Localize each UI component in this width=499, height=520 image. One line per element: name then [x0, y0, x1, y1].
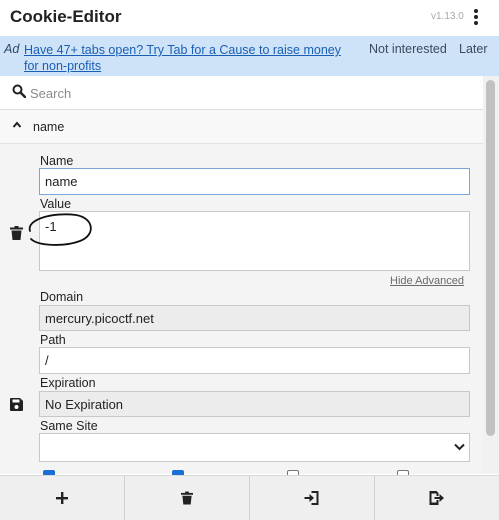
- export-button[interactable]: [375, 476, 499, 520]
- not-interested-button[interactable]: Not interested: [369, 42, 447, 56]
- add-cookie-button[interactable]: [0, 476, 125, 520]
- app-title: Cookie-Editor: [10, 7, 122, 26]
- more-options-icon[interactable]: [470, 8, 482, 26]
- value-field[interactable]: -1: [39, 211, 470, 271]
- samesite-label: Same Site: [40, 419, 98, 433]
- search-input[interactable]: [30, 81, 470, 105]
- chevron-down-icon: [454, 443, 465, 451]
- hide-advanced-link[interactable]: Hide Advanced: [390, 275, 464, 287]
- cookie-name-label: name: [33, 120, 65, 134]
- value-label: Value: [40, 197, 72, 211]
- path-label: Path: [40, 333, 66, 347]
- export-icon: [429, 491, 444, 505]
- save-icon[interactable]: [10, 398, 23, 411]
- samesite-select[interactable]: [39, 433, 470, 462]
- search-icon: [12, 84, 26, 98]
- ad-tag: Ad: [4, 42, 20, 56]
- expiration-field[interactable]: [39, 391, 470, 417]
- path-field[interactable]: [39, 347, 470, 374]
- domain-label: Domain: [40, 290, 84, 304]
- import-button[interactable]: [250, 476, 375, 520]
- plus-icon: [56, 492, 68, 504]
- version-label: v1.13.0: [431, 11, 464, 22]
- title-bar: Cookie-Editor v1.13.0: [0, 0, 499, 36]
- ad-link[interactable]: Have 47+ tabs open? Try Tab for a Cause …: [24, 42, 354, 74]
- chevron-up-icon: [12, 121, 22, 128]
- expiration-label: Expiration: [40, 376, 96, 390]
- domain-field[interactable]: [39, 305, 470, 331]
- trash-icon[interactable]: [10, 226, 23, 240]
- search-bar: [0, 76, 483, 110]
- ad-banner: Ad Have 47+ tabs open? Try Tab for a Cau…: [0, 36, 499, 76]
- scrollbar-thumb[interactable]: [486, 80, 495, 436]
- bottom-toolbar: [0, 475, 499, 520]
- import-icon: [304, 491, 319, 505]
- later-button[interactable]: Later: [459, 42, 488, 56]
- name-field[interactable]: [39, 168, 470, 195]
- trash-icon: [181, 491, 193, 505]
- cookie-item-header[interactable]: name: [0, 110, 483, 144]
- name-label: Name: [40, 154, 74, 168]
- delete-all-button[interactable]: [125, 476, 250, 520]
